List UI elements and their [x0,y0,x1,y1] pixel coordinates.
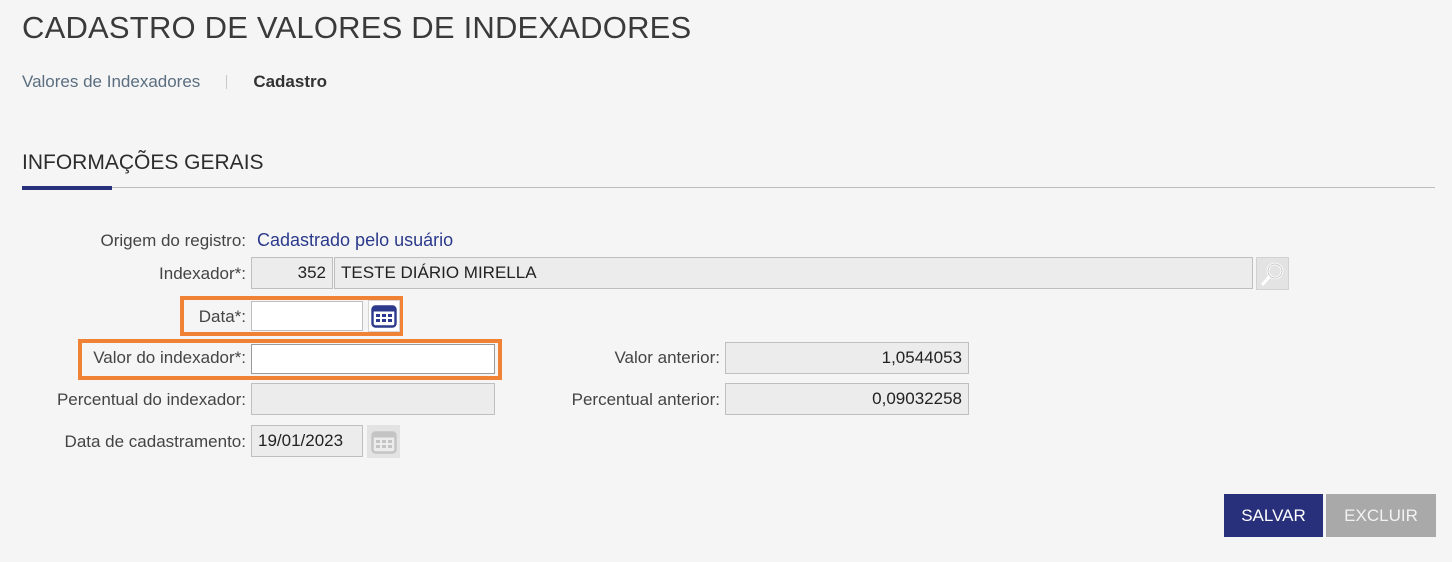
data-cadastramento-field: 19/01/2023 [251,425,363,457]
magnifier-icon [1260,262,1283,286]
valor-anterior-field: 1,0544053 [725,342,969,374]
data-cadastramento-label: Data de cadastramento: [64,432,246,451]
percentual-anterior-label: Percentual anterior: [571,390,720,409]
valor-indexador-input[interactable] [251,344,495,374]
delete-button[interactable]: EXCLUIR [1326,494,1436,537]
breadcrumb-current: Cadastro [253,72,327,91]
origem-value: Cadastrado pelo usuário [257,230,454,250]
data-calendar-button[interactable] [368,300,400,332]
origem-label: Origem do registro: [100,231,247,250]
valor-anterior-value: 1,0544053 [881,348,962,367]
calendar-icon [371,305,397,328]
indexador-code-value: 352 [297,263,326,282]
percentual-anterior-field: 0,09032258 [725,383,969,415]
save-button[interactable]: SALVAR [1224,494,1323,537]
indexador-label: Indexador*: [159,264,246,283]
percentual-indexador-label: Percentual do indexador: [56,390,246,409]
data-label: Data*: [198,307,246,326]
breadcrumb-separator [226,75,228,89]
breadcrumb-link-valores[interactable]: Valores de Indexadores [22,72,200,92]
data-input[interactable] [251,301,363,331]
percentual-anterior-value: 0,09032258 [872,389,962,408]
breadcrumb: Valores de Indexadores Cadastro [22,72,327,92]
data-cadastramento-value: 19/01/2023 [258,431,344,450]
percentual-indexador-field [251,383,495,415]
indexador-name-value: TESTE DIÁRIO MIRELLA [341,263,537,282]
indexador-name-field: TESTE DIÁRIO MIRELLA [334,257,1253,289]
data-cadastramento-calendar-button [367,425,400,458]
calendar-icon [370,430,397,454]
valor-indexador-label: Valor do indexador*: [93,348,246,367]
page-title: CADASTRO DE VALORES DE INDEXADORES [22,10,692,45]
valor-anterior-label: Valor anterior: [614,348,720,367]
section-title: INFORMAÇÕES GERAIS [22,151,264,174]
indexador-search-button[interactable] [1256,257,1289,290]
section-divider-accent [22,186,112,190]
section-divider [22,187,1435,188]
indexador-code-field: 352 [251,257,333,289]
